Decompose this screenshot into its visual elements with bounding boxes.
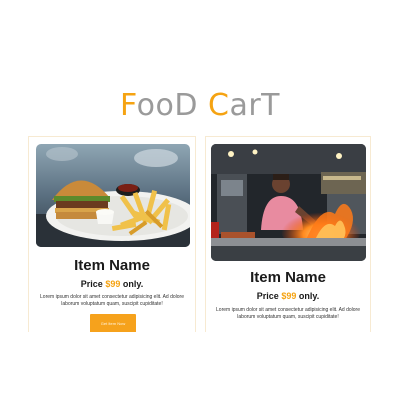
price-suffix: only.	[120, 279, 144, 289]
brand-title: FooD CarT	[0, 86, 400, 126]
price-prefix: Price	[80, 279, 106, 289]
price-prefix: Price	[256, 291, 282, 301]
brand-title-part-art: arT	[229, 88, 281, 123]
item-name: Item Name	[250, 269, 326, 286]
brand-title-letter-c: C	[208, 88, 230, 123]
street-food-chef-photo	[211, 144, 366, 261]
brand-title-part-ood: ooD	[136, 88, 209, 123]
item-name: Item Name	[74, 257, 150, 274]
brand-title-letter-f: F	[119, 88, 137, 123]
item-description: Lorem ipsum dolor sit amet consectetur a…	[40, 294, 184, 307]
item-price: Price $99 only.	[29, 279, 195, 290]
price-amount: $99	[105, 279, 121, 289]
food-card: Item Name Price $99 only. Lorem ipsum do…	[205, 136, 371, 332]
item-description: Lorem ipsum dolor sit amet consectetur a…	[216, 307, 360, 320]
price-suffix: only.	[296, 291, 320, 301]
item-price: Price $99 only.	[206, 291, 370, 302]
get-item-button[interactable]: Get Item Now	[90, 314, 136, 332]
price-amount: $99	[281, 291, 297, 301]
food-card: Item Name Price $99 only. Lorem ipsum do…	[28, 136, 196, 332]
burger-fries-photo	[36, 144, 190, 247]
